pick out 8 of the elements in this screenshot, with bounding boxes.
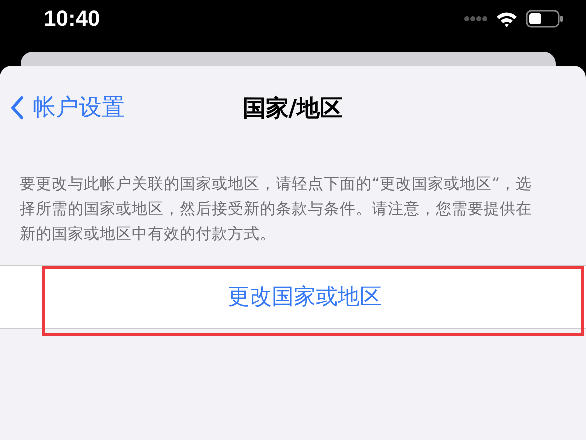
battery-icon [526,10,564,28]
chevron-left-icon [10,96,24,120]
description-text: 要更改与此帐户关联的国家或地区，请轻点下面的“更改国家或地区”，选择所需的国家或地区，然后接受新的条款与条件。请注意，您需要提供在新的国家或地区中有效的付款方式。 [20,174,534,245]
back-button[interactable]: 帐户设置 [10,92,125,123]
page-title: 国家/地区 [242,94,344,124]
signal-icon [464,16,488,22]
status-time: 10:40 [44,6,100,32]
wifi-icon [496,10,518,28]
